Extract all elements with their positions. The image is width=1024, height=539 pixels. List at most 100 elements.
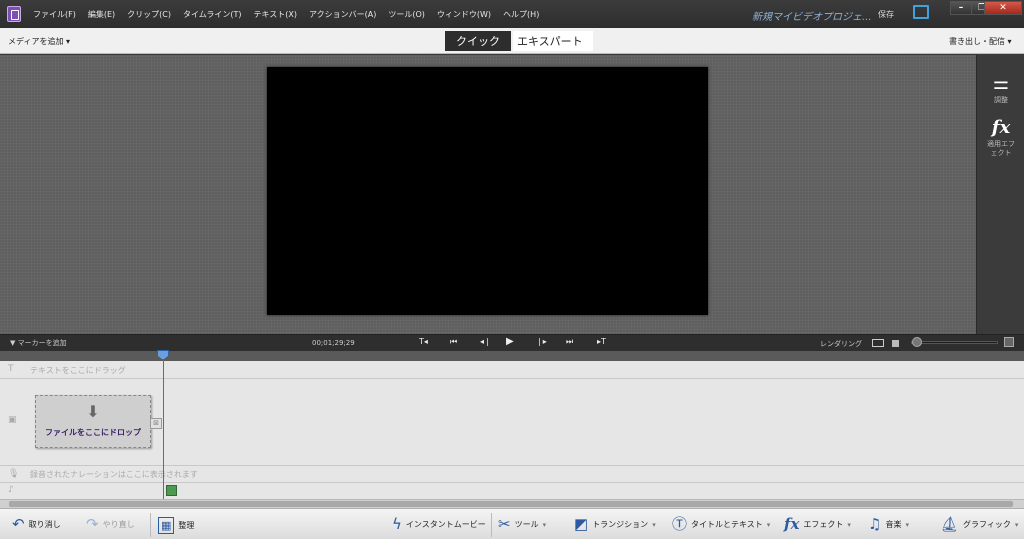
tools-button[interactable]: ✂ ツール ▾ [498,517,546,532]
menu-help[interactable]: ヘルプ(H) [503,9,539,20]
video-preview[interactable] [267,67,708,315]
graphics-label: グラフィック [963,520,1011,529]
zoom-slider[interactable] [911,341,998,344]
effects-label: エフェクト [803,520,844,529]
separator [150,513,151,537]
fx-icon: fx [784,515,800,533]
dropdown-caret-icon: ▾ [905,520,909,529]
organize-button[interactable]: ▦ 整理 [158,517,194,534]
monitor-panel [0,55,976,334]
premiere-elements-window: ファイル(F) 編集(E) クリップ(C) タイムライン(T) テキスト(X) … [0,0,1024,539]
step-forward-icon[interactable]: ❘▸ [536,337,547,346]
organize-label: 整理 [178,521,195,530]
project-title: 新規マイビデオプロジェ... [752,12,872,23]
fit-timeline-icon[interactable] [872,339,884,347]
menu-file[interactable]: ファイル(F) [33,9,76,20]
transitions-label: トランジション [592,520,649,529]
undo-icon: ↶ [12,515,25,533]
playhead-line[interactable] [163,351,164,499]
step-back-icon[interactable]: ◂❘ [480,337,491,346]
zoom-in-icon[interactable] [1004,337,1014,347]
titles-text-button[interactable]: Ⓣ タイトルとテキスト ▾ [672,517,770,532]
narration-track[interactable]: 🎙︎ 録音されたナレーションはここに表示されます [0,466,1024,483]
export-share-button[interactable]: 書き出し・配信 ▾ [949,36,1012,47]
dropdown-caret-icon: ▾ [766,520,771,529]
menu-edit[interactable]: 編集(E) [88,9,115,20]
music-button[interactable]: ♫ 音楽 ▾ [868,517,909,532]
timeline-scrollbar[interactable] [0,499,1024,508]
menu-text[interactable]: テキスト(X) [254,9,297,20]
separator [491,513,492,537]
applied-effects-label: 適用エフェクト [987,140,1015,157]
minimize-button[interactable]: – [950,1,972,15]
save-button[interactable]: 保存 [878,9,894,20]
speaker-icon: ♪ [8,485,14,495]
menu-actionbar[interactable]: アクションバー(A) [309,9,376,20]
fullscreen-icon[interactable] [913,5,929,19]
zoom-out-icon[interactable] [892,340,899,347]
app-icon [7,6,21,22]
adjust-button[interactable]: ⚌ 調整 [977,75,1024,105]
scrollbar-thumb[interactable] [9,501,1013,507]
zoom-slider-handle[interactable] [912,337,922,347]
dropdown-caret-icon: ▾ [847,520,851,529]
dropdown-caret-icon: ▾ [1014,520,1019,529]
close-button[interactable]: ✕ [984,1,1022,15]
drop-zone[interactable]: ⬇ ファイルをここにドロップ [35,395,151,448]
redo-button[interactable]: ↷ やり直し [86,517,135,532]
add-marker-button[interactable]: ▼ マーカーを追加 [10,338,67,348]
applied-effects-button[interactable]: fx 適用エフェクト [977,119,1024,158]
goto-end-icon[interactable]: ⏭ [566,337,573,347]
add-media-button[interactable]: メディアを追加 ▾ [8,36,70,47]
tab-quick[interactable]: クイック [445,31,511,51]
audio-track[interactable]: ♪ [0,483,1024,499]
microphone-icon: 🎙︎ [8,469,20,479]
graphics-button[interactable]: ⛵︎ グラフィック ▾ [940,517,1018,532]
drop-zone-label: ファイルをここにドロップ [45,428,141,437]
play-icon[interactable]: ▶ [506,336,514,347]
menu-timeline[interactable]: タイムライン(T) [183,9,242,20]
timecode: 00;01;29;29 [312,339,355,347]
timeline: T テキストをここにドラッグ ▣ 🎙︎ 録音されたナレーションはここに表示されま… [0,361,1024,499]
transitions-button[interactable]: ◩ トランジション ▾ [574,517,656,532]
tab-expert[interactable]: エキスパート [513,31,593,51]
undo-label: 取り消し [28,520,61,529]
lightning-icon: ϟ [392,515,402,533]
dropdown-caret-icon: ▾ [652,520,656,529]
music-note-icon: ♫ [868,515,882,533]
redo-icon: ↷ [86,515,99,533]
action-bar: ↶ 取り消し ↷ やり直し ▦ 整理 ϟ インスタントムービー ✂ ツール ▾ … [0,508,1024,539]
download-arrow-icon: ⬇ [86,402,100,421]
organize-icon: ▦ [158,517,175,534]
sliders-icon: ⚌ [992,73,1010,94]
menu-tools[interactable]: ツール(O) [388,9,425,20]
music-label: 音楽 [885,520,902,529]
effects-button[interactable]: fx エフェクト ▾ [784,517,851,532]
adjust-label: 調整 [994,96,1008,104]
clip-end-icon: ⊠ [150,418,162,429]
text-track-hint: テキストをここにドラッグ [30,366,126,375]
redo-label: やり直し [102,520,135,529]
transport-bar: ▼ マーカーを追加 00;01;29;29 T◂ ⏮ ◂❘ ▶ ❘▸ ⏭ ▸T … [0,334,1024,351]
instant-movie-button[interactable]: ϟ インスタントムービー [392,517,486,532]
instant-movie-label: インスタントムービー [405,520,486,529]
mode-bar: メディアを追加 ▾ クイック エキスパート 書き出し・配信 ▾ [0,28,1024,54]
undo-button[interactable]: ↶ 取り消し [12,517,61,532]
tools-label: ツール [514,520,539,529]
titles-icon: Ⓣ [672,515,688,533]
menu-clip[interactable]: クリップ(C) [127,9,171,20]
time-ruler[interactable] [0,351,1024,361]
goto-in-icon[interactable]: T◂ [419,337,428,346]
audio-clip[interactable] [166,485,177,496]
text-track-icon: T [8,364,14,374]
menu-window[interactable]: ウィンドウ(W) [437,9,491,20]
goto-start-icon[interactable]: ⏮ [450,337,457,347]
titles-text-label: タイトルとテキスト [691,520,763,529]
narration-hint: 録音されたナレーションはここに表示されます [30,470,198,479]
rendering-button[interactable]: レンダリング [820,339,862,349]
right-panel: ⚌ 調整 fx 適用エフェクト [976,55,1024,334]
text-track[interactable]: T テキストをここにドラッグ [0,361,1024,379]
transition-icon: ◩ [574,515,589,533]
goto-out-icon[interactable]: ▸T [597,337,606,346]
dropdown-caret-icon: ▾ [542,520,547,529]
